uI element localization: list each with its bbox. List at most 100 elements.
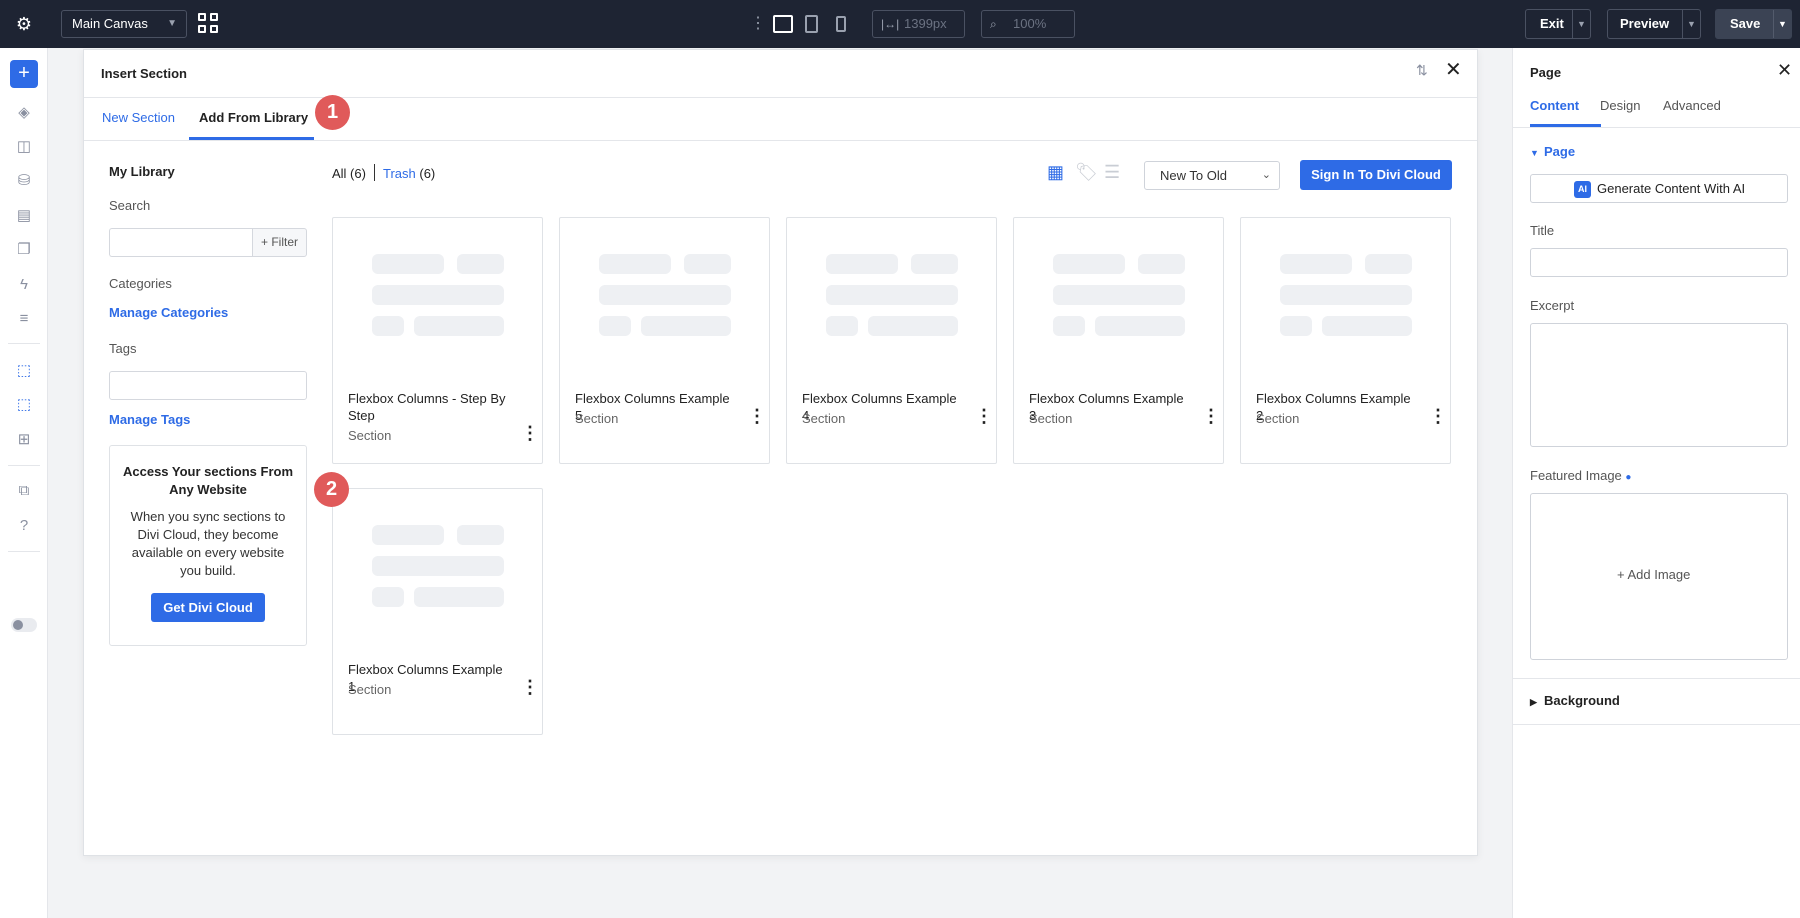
insert-section-modal: Insert Section ⇅ ✕ New Section Add From … (83, 49, 1478, 856)
close-icon[interactable]: ✕ (1445, 60, 1462, 80)
library-item-card[interactable]: Flexbox Columns Example 4 Section ⋮ (786, 217, 997, 464)
add-plus-icon[interactable]: + (10, 60, 38, 88)
tab-new-section[interactable]: New Section (102, 110, 175, 125)
list-view-icon[interactable]: ☰ (1104, 163, 1120, 181)
exit-button[interactable]: Exit ▼ (1525, 9, 1591, 39)
skeleton-block (1053, 316, 1085, 336)
sign-in-divi-cloud-button[interactable]: Sign In To Divi Cloud (1300, 160, 1452, 190)
kebab-menu-icon[interactable]: ⋮ (1429, 407, 1447, 425)
lightning-icon[interactable]: ϟ (12, 274, 36, 296)
zoom-field[interactable]: ⌕ 100% (981, 10, 1075, 38)
library-item-card[interactable]: Flexbox Columns Example 1 Section ⋮ (332, 488, 543, 735)
skeleton-block (826, 285, 958, 305)
generate-content-ai-button[interactable]: AI Generate Content With AI (1530, 174, 1788, 203)
library-item-card[interactable]: Flexbox Columns Example 3 Section ⋮ (1013, 217, 1224, 464)
exit-dropdown-icon[interactable]: ▼ (1572, 10, 1590, 38)
generate-content-label: Generate Content With AI (1597, 181, 1746, 196)
add-image-label: Add Image (1627, 567, 1691, 582)
more-dots-icon[interactable]: ⋮ (750, 14, 766, 34)
layers-icon[interactable]: ◈ (12, 102, 36, 124)
kebab-menu-icon[interactable]: ⋮ (975, 407, 993, 425)
background-section-label: Background (1544, 693, 1620, 708)
my-library-heading: My Library (109, 164, 175, 179)
tab-add-from-library[interactable]: Add From Library (199, 110, 308, 125)
desktop-view-icon[interactable] (773, 15, 793, 33)
sort-arrows-icon[interactable]: ⇅ (1416, 62, 1428, 79)
filter-all[interactable]: All (6) (332, 166, 366, 181)
kebab-menu-icon[interactable]: ⋮ (521, 424, 539, 442)
design-system-icon[interactable]: ◫ (12, 136, 36, 158)
manage-tags-link[interactable]: Manage Tags (109, 412, 190, 427)
theme-toggle[interactable] (11, 618, 37, 632)
background-section-toggle[interactable]: ▶ Background (1530, 693, 1620, 708)
skeleton-block (599, 285, 731, 305)
windows-icon[interactable]: ⧉ (12, 480, 36, 502)
get-divi-cloud-button[interactable]: Get Divi Cloud (151, 593, 265, 622)
library-search-input[interactable] (109, 228, 252, 257)
skeleton-block (1280, 316, 1312, 336)
skeleton-block (1280, 285, 1412, 305)
library-item-card[interactable]: Flexbox Columns Example 5 Section ⋮ (559, 217, 770, 464)
skeleton-block (1365, 254, 1412, 274)
library-item-card[interactable]: Flexbox Columns Example 2 Section ⋮ (1240, 217, 1451, 464)
insert-row-icon[interactable]: ⬚ (12, 394, 36, 416)
page-settings-icon[interactable]: ▤ (12, 205, 36, 227)
preview-dropdown-icon[interactable]: ▼ (1682, 10, 1700, 38)
database-icon[interactable]: ⛁ (12, 170, 36, 192)
settings-title: Page (1530, 65, 1562, 80)
skeleton-block (1138, 254, 1185, 274)
add-image-button[interactable]: + Add Image (1617, 567, 1690, 582)
manage-categories-link[interactable]: Manage Categories (109, 305, 228, 320)
kebab-menu-icon[interactable]: ⋮ (748, 407, 766, 425)
featured-image-dropzone[interactable]: + Add Image (1530, 493, 1788, 660)
excerpt-textarea[interactable] (1530, 323, 1788, 447)
tab-advanced[interactable]: Advanced (1663, 98, 1721, 113)
step-badge-2: 2 (314, 472, 349, 507)
skeleton-block (826, 316, 858, 336)
search-label: Search (109, 198, 151, 213)
skeleton-block (911, 254, 958, 274)
kebab-menu-icon[interactable]: ⋮ (1202, 407, 1220, 425)
library-item-card[interactable]: Flexbox Columns - Step By Step Section ⋮ (332, 217, 543, 464)
title-input[interactable] (1530, 248, 1788, 277)
save-button[interactable]: Save ▼ (1715, 9, 1792, 39)
skeleton-block (372, 254, 444, 274)
preview-button[interactable]: Preview ▼ (1607, 9, 1701, 39)
tags-input[interactable] (109, 371, 307, 400)
top-toolbar: ⚙ Main Canvas ▼ ⋮ |↔| 1399px ⌕ 100% Exit… (0, 0, 1800, 48)
library-item-type: Section (1029, 411, 1073, 426)
library-item-type: Section (1256, 411, 1300, 426)
caret-down-icon: ▼ (167, 18, 177, 29)
grid-view-icon[interactable]: ▦ (1047, 163, 1064, 181)
page-section-toggle[interactable]: ▼ Page (1530, 144, 1575, 159)
modal-title: Insert Section (101, 66, 187, 81)
promo-title: Access Your sections From Any Website (122, 464, 294, 497)
help-question-icon[interactable]: ? (12, 515, 36, 537)
pages-icon[interactable]: ❐ (12, 239, 36, 261)
triangle-down-icon: ▼ (1530, 148, 1539, 158)
tab-content[interactable]: Content (1530, 98, 1579, 113)
save-dropdown-icon[interactable]: ▼ (1773, 10, 1791, 38)
filter-trash-name: Trash (383, 166, 416, 181)
sort-order-select[interactable]: New To Old ⌄ (1144, 161, 1280, 190)
categories-label: Categories (109, 276, 172, 291)
tab-design[interactable]: Design (1600, 98, 1640, 113)
tablet-view-icon[interactable] (805, 15, 818, 33)
kebab-menu-icon[interactable]: ⋮ (521, 678, 539, 696)
rail-divider (8, 343, 40, 344)
canvas-width-field[interactable]: |↔| 1399px (872, 10, 965, 38)
settings-gear-icon[interactable]: ⚙ (13, 13, 35, 35)
canvas-select[interactable]: Main Canvas ▼ (61, 10, 187, 38)
filter-trash[interactable]: Trash (6) (383, 166, 435, 181)
insert-section-icon[interactable]: ⬚ (12, 360, 36, 382)
insert-module-icon[interactable]: ⊞ (12, 429, 36, 451)
layout-grid-icon[interactable] (198, 13, 220, 35)
skeleton-block (868, 316, 958, 336)
close-icon[interactable]: ✕ (1777, 60, 1792, 80)
phone-view-icon[interactable] (836, 16, 846, 32)
tag-view-icon[interactable]: 🏷 (1075, 163, 1098, 181)
skeleton-block (599, 254, 671, 274)
step-badge-1: 1 (315, 95, 350, 130)
list-icon[interactable]: ≡ (12, 308, 36, 330)
filter-button[interactable]: + Filter (252, 228, 307, 257)
